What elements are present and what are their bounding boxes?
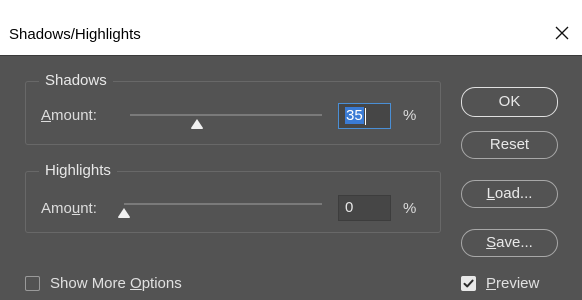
text-caret xyxy=(364,107,366,125)
shadows-amount-input[interactable]: 35 xyxy=(338,103,391,129)
reset-button[interactable]: Reset xyxy=(461,131,558,159)
close-icon xyxy=(555,26,569,40)
checkmark-icon xyxy=(463,279,474,288)
highlights-legend: Highlights xyxy=(39,161,117,181)
dialog-title: Shadows/Highlights xyxy=(9,26,141,43)
highlights-amount-input[interactable]: 0 xyxy=(338,195,391,221)
preview-checkbox[interactable] xyxy=(461,276,476,291)
preview-label[interactable]: Preview xyxy=(486,275,539,293)
ok-button[interactable]: OK xyxy=(461,87,558,117)
slider-thumb-icon xyxy=(118,208,130,218)
highlights-percent-label: % xyxy=(403,200,417,217)
show-more-options-label[interactable]: Show More Options xyxy=(50,275,182,293)
slider-thumb-icon xyxy=(191,119,204,129)
show-more-options-checkbox[interactable] xyxy=(25,276,40,291)
shadows-slider-track[interactable] xyxy=(130,114,322,116)
highlights-amount-label: Amount: xyxy=(41,200,97,217)
shadows-amount-label: Amount: xyxy=(41,107,97,124)
highlights-slider-track[interactable] xyxy=(124,203,322,205)
load-button[interactable]: Load... xyxy=(461,180,558,208)
close-button[interactable] xyxy=(548,22,576,48)
shadows-percent-label: % xyxy=(403,107,417,124)
title-bar: Shadows/Highlights xyxy=(0,0,582,56)
save-button[interactable]: Save... xyxy=(461,229,558,257)
shadows-legend: Shadows xyxy=(39,71,113,91)
